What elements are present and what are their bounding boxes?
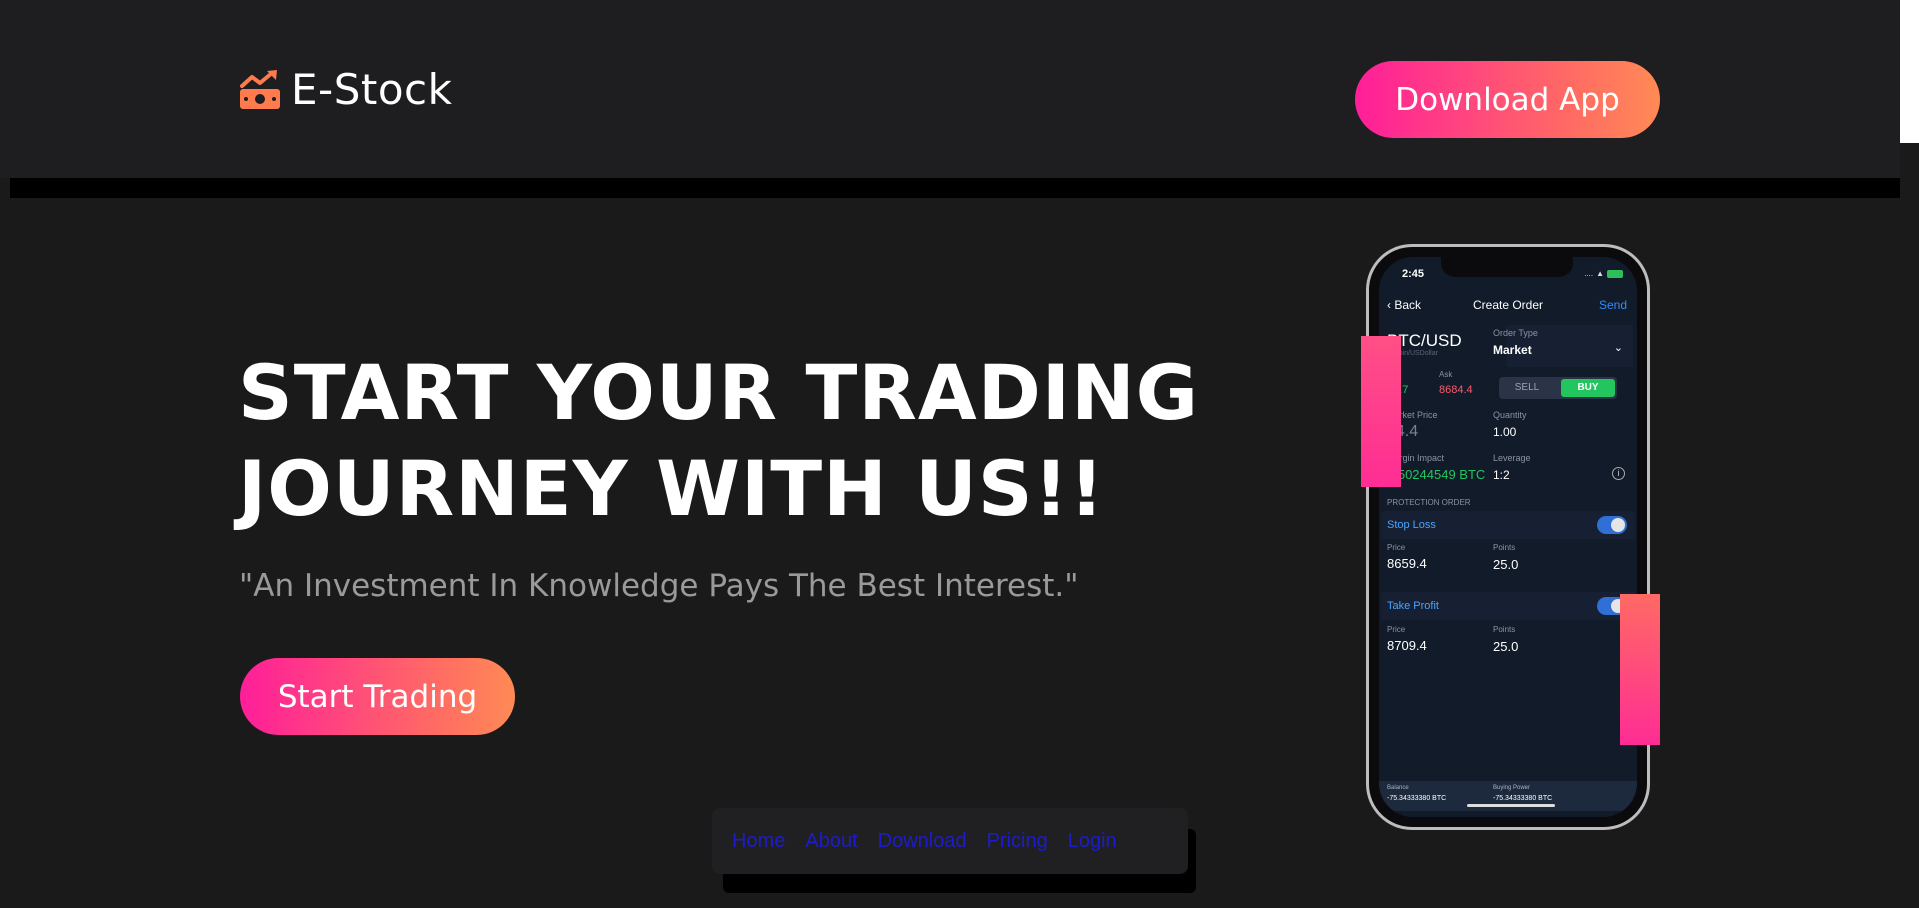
phone-bezel: 2:45 .... ▲ ‹ Back Create Order Send BTC… xyxy=(1369,247,1647,827)
bottom-nav: Home About Download Pricing Login xyxy=(712,808,1188,874)
app-nav-bar: ‹ Back Create Order Send xyxy=(1379,291,1637,319)
hero-title-line1: START YOUR TRADING xyxy=(238,348,1200,437)
nav-login[interactable]: Login xyxy=(1068,830,1117,853)
nav-home[interactable]: Home xyxy=(732,830,785,853)
ask-label: Ask xyxy=(1439,370,1453,379)
scroll-edge xyxy=(1900,0,1919,143)
phone-mockup: 2:45 .... ▲ ‹ Back Create Order Send BTC… xyxy=(1366,244,1650,830)
phone-notch xyxy=(1441,257,1573,277)
order-type-label: Order Type xyxy=(1493,328,1538,338)
chevron-down-icon: ⌄ xyxy=(1613,342,1623,354)
nav-about[interactable]: About xyxy=(805,830,857,853)
tp-points-label: Points xyxy=(1493,625,1516,634)
home-indicator xyxy=(1467,804,1555,807)
hero-title: START YOUR TRADING JOURNEY WITH US!! xyxy=(238,345,1218,537)
buying-power-label: Buying Power xyxy=(1493,785,1531,791)
status-icons: .... ▲ xyxy=(1584,269,1623,278)
stop-loss-label: Stop Loss xyxy=(1387,519,1436,531)
logo-text: E-Stock xyxy=(291,65,453,114)
order-type-value: Market xyxy=(1493,343,1532,357)
hero-quote: "An Investment In Knowledge Pays The Bes… xyxy=(239,568,1079,604)
sl-points-value[interactable]: 25.0 xyxy=(1493,557,1518,572)
wifi-icon: ▲ xyxy=(1596,269,1604,278)
sl-points-label: Points xyxy=(1493,543,1516,552)
buy-button[interactable]: BUY xyxy=(1561,379,1615,397)
tp-points-value[interactable]: 25.0 xyxy=(1493,639,1518,654)
tp-price-value[interactable]: 8709.4 xyxy=(1387,638,1427,653)
info-icon[interactable]: i xyxy=(1612,467,1625,480)
leverage-label: Leverage xyxy=(1493,453,1531,463)
margin-impact-value: 0.50244549 BTC xyxy=(1387,467,1486,482)
brand-logo[interactable]: E-Stock xyxy=(239,65,452,114)
phone-screen: 2:45 .... ▲ ‹ Back Create Order Send BTC… xyxy=(1379,257,1637,817)
leverage-field[interactable]: 1:2 xyxy=(1493,468,1510,482)
nav-pricing[interactable]: Pricing xyxy=(987,830,1048,853)
buying-power-value: -75.34333380 BTC xyxy=(1493,795,1553,802)
sell-button[interactable]: SELL xyxy=(1499,377,1555,399)
protection-order-label: PROTECTION ORDER xyxy=(1387,498,1471,507)
header-divider xyxy=(10,178,1900,198)
quantity-label: Quantity xyxy=(1493,410,1527,420)
balance-value: -75.34333380 BTC xyxy=(1387,795,1447,802)
quantity-field[interactable]: 1.00 xyxy=(1493,425,1516,439)
nav-download[interactable]: Download xyxy=(878,830,967,853)
hero-title-line2: JOURNEY WITH US!! xyxy=(238,444,1105,533)
ask-price: 8684.4 xyxy=(1439,384,1473,396)
sell-buy-toggle[interactable]: SELL BUY xyxy=(1499,377,1617,399)
battery-icon xyxy=(1607,269,1623,278)
tp-price-label: Price xyxy=(1387,625,1406,634)
status-time: 2:45 xyxy=(1402,268,1425,280)
send-button[interactable]: Send xyxy=(1599,298,1627,312)
sl-price-label: Price xyxy=(1387,543,1406,552)
decorative-accent-left xyxy=(1361,336,1401,487)
money-chart-icon xyxy=(240,69,280,109)
decorative-accent-right xyxy=(1620,594,1660,745)
take-profit-label: Take Profit xyxy=(1387,600,1439,612)
stop-loss-toggle[interactable] xyxy=(1597,516,1627,534)
download-app-button[interactable]: Download App xyxy=(1355,61,1660,138)
balance-label: Balance xyxy=(1387,785,1409,791)
signal-icon: .... xyxy=(1584,269,1594,278)
sl-price-value[interactable]: 8659.4 xyxy=(1387,556,1427,571)
start-trading-button[interactable]: Start Trading xyxy=(240,658,515,735)
